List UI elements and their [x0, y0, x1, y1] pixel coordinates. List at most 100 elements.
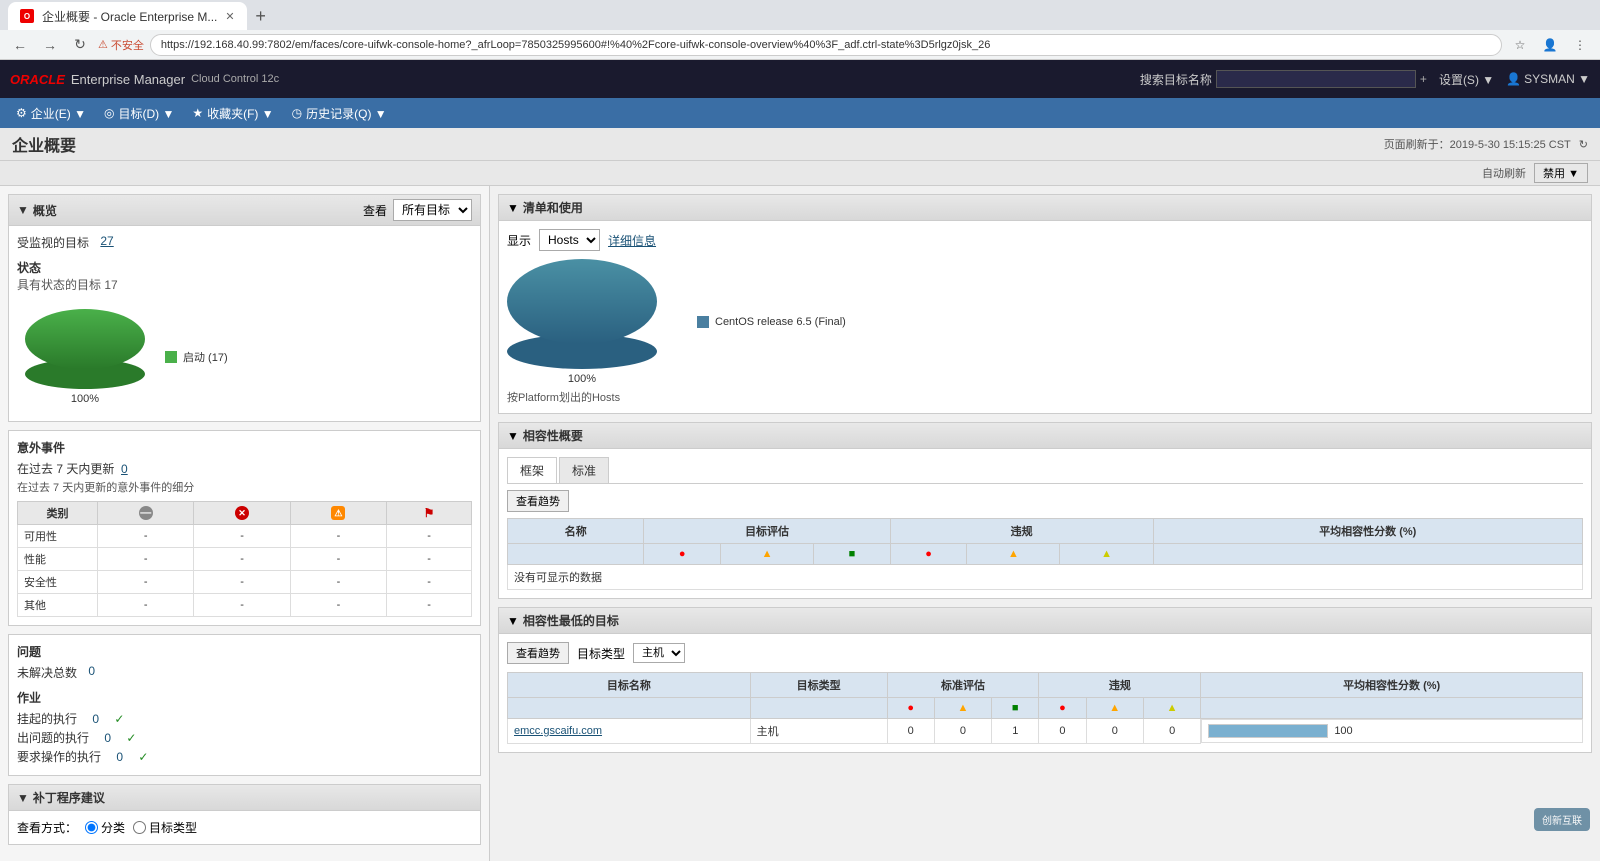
std-eval-yellow: ▲: [934, 698, 991, 719]
app-header: ORACLE Enterprise Manager Cloud Control …: [0, 60, 1600, 98]
target-name-cell[interactable]: emcc.gscaifu.com: [508, 719, 751, 744]
view-trend-button[interactable]: 查看趋势: [507, 490, 569, 512]
tab-standard[interactable]: 标准: [559, 457, 609, 483]
nav-enterprise[interactable]: ⚙ 企业(E) ▼: [8, 98, 94, 128]
left-panel: ▼ 概览 查看 所有目标 受监视的目标 27 状态 具有状态的目标 17: [0, 186, 490, 861]
nav-favorites[interactable]: ★ 收藏夹(F) ▼: [184, 98, 281, 128]
col-category: 类别: [18, 502, 98, 525]
viol-warn-val: 0: [1086, 719, 1143, 744]
viol-icon-warning: ▲: [967, 544, 1060, 565]
viol-yellow-val: 0: [1143, 719, 1200, 744]
main-layout: ▼ 概览 查看 所有目标 受监视的目标 27 状态 具有状态的目标 17: [0, 186, 1600, 861]
header-search: 搜索目标名称 +: [1140, 70, 1427, 88]
overview-collapse-icon[interactable]: ▼: [17, 203, 29, 217]
view-dropdown[interactable]: 所有目标: [393, 199, 472, 221]
target-type-label: 目标类型: [577, 645, 625, 662]
hosts-pie-chart: [507, 259, 657, 369]
col-red-icon-header: ✕: [194, 502, 290, 525]
inventory-collapse-icon[interactable]: ▼: [507, 201, 519, 215]
lowest-view-trend-button[interactable]: 查看趋势: [507, 642, 569, 664]
radio-targettype[interactable]: [133, 821, 146, 834]
viol-yellow: ▲: [1143, 698, 1200, 719]
inventory-chart-area: 100% CentOS release 6.5 (Final): [507, 259, 1583, 385]
radio-category-label[interactable]: 分类: [85, 819, 125, 836]
radio-targettype-label[interactable]: 目标类型: [133, 819, 197, 836]
inventory-title: 清单和使用: [523, 199, 583, 216]
col-avg-score-header: 平均相容性分数 (%): [1153, 519, 1582, 544]
bookmark-button[interactable]: ☆: [1508, 33, 1532, 57]
refresh-button[interactable]: ↻: [68, 33, 92, 57]
problems-title: 问题: [17, 643, 472, 660]
row-availability: 可用性: [18, 525, 98, 548]
job-pending: 挂起的执行 0 ✓: [17, 710, 472, 727]
eval-yellow-val: 0: [934, 719, 991, 744]
address-bar[interactable]: https://192.168.40.99:7802/em/faces/core…: [150, 34, 1502, 56]
compliance-tabs: 框架 标准: [507, 457, 1583, 484]
auto-refresh-toggle[interactable]: 禁用 ▼: [1534, 163, 1588, 183]
compliance-collapse-icon[interactable]: ▼: [507, 429, 519, 443]
radio-category[interactable]: [85, 821, 98, 834]
pie-percent-label: 100%: [25, 393, 145, 405]
menu-button[interactable]: ⋮: [1568, 33, 1592, 57]
security-badge: ⚠ 不安全: [98, 37, 144, 53]
minus-status-icon: —: [139, 506, 153, 520]
oracle-logo-text: ORACLE: [10, 72, 65, 87]
forward-button[interactable]: →: [38, 33, 62, 57]
incidents-section: 意外事件 在过去 7 天内更新 0 在过去 7 天内更新的意外事件的细分 类别 …: [8, 430, 481, 626]
status-pie-container: 100% 启动 (17): [17, 301, 472, 413]
tab-framework[interactable]: 框架: [507, 457, 557, 483]
patches-collapse-icon[interactable]: ▼: [17, 791, 29, 805]
lowest-compliance-collapse-icon[interactable]: ▼: [507, 614, 519, 628]
page-refresh-button[interactable]: ↻: [1579, 138, 1588, 151]
new-tab-button[interactable]: +: [247, 2, 275, 30]
lowest-compliance-toolbar: 查看趋势 目标类型 主机: [507, 642, 1583, 664]
nav-targets[interactable]: ◎ 目标(D) ▼: [96, 98, 182, 128]
settings-button[interactable]: 设置(S) ▼: [1439, 71, 1494, 88]
history-icon: ◷: [292, 106, 302, 120]
target-type-select[interactable]: 主机: [633, 643, 685, 663]
back-button[interactable]: ←: [8, 33, 32, 57]
legend-color-centos: [697, 316, 709, 328]
em-subtitle-text: Cloud Control 12c: [191, 73, 279, 85]
patches-section: ▼ 补丁程序建议 查看方式： 分类 目标类型: [8, 784, 481, 845]
incidents-body: 意外事件 在过去 7 天内更新 0 在过去 7 天内更新的意外事件的细分 类别 …: [9, 431, 480, 625]
red-status-icon: ✕: [235, 506, 249, 520]
right-panel: ▼ 清单和使用 显示 Hosts 详细信息: [490, 186, 1600, 861]
col-target-eval-header: 目标评估: [644, 519, 890, 544]
user-profile-button[interactable]: 👤: [1538, 33, 1562, 57]
pie-bottom-label: 按Platform划出的Hosts: [507, 389, 1583, 405]
eval-green-val: 1: [992, 719, 1039, 744]
enterprise-icon: ⚙: [16, 106, 27, 120]
inventory-controls: 显示 Hosts 详细信息: [507, 229, 1583, 251]
col-target-name: 目标名称: [508, 673, 751, 698]
table-row: 其他 - - - -: [18, 594, 472, 617]
nav-right-icons: ☆ 👤 ⋮: [1508, 33, 1592, 57]
user-menu-button[interactable]: 👤 SYSMAN ▼: [1506, 72, 1590, 86]
lowest-compliance-section: ▼ 相容性最低的目标 查看趋势 目标类型 主机 目标名称 目标类型: [498, 607, 1592, 753]
hosts-legend: CentOS release 6.5 (Final): [697, 316, 846, 328]
tab-favicon: O: [20, 9, 34, 23]
search-submit-button[interactable]: +: [1420, 72, 1427, 86]
detail-link[interactable]: 详细信息: [608, 232, 656, 249]
compliance-header: ▼ 相容性概要: [499, 423, 1591, 449]
hosts-pie-top: [507, 259, 657, 344]
compliance-table: 名称 目标评估 违规 平均相容性分数 (%) ● ▲ ■ ● ▲: [507, 518, 1583, 590]
patches-header: ▼ 补丁程序建议: [9, 785, 480, 811]
active-tab[interactable]: O 企业概要 - Oracle Enterprise M... ✕: [8, 2, 247, 30]
eval-red-val: 0: [887, 719, 934, 744]
no-data-message: 没有可显示的数据: [508, 565, 1583, 590]
tab-close-button[interactable]: ✕: [225, 10, 234, 23]
nav-history[interactable]: ◷ 历史记录(Q) ▼: [284, 98, 395, 128]
security-warning-icon: ⚠: [98, 38, 108, 51]
inventory-display-select[interactable]: Hosts: [539, 229, 600, 251]
no-data-row: 没有可显示的数据: [508, 565, 1583, 590]
pie-legend: 启动 (17): [165, 349, 228, 365]
search-label: 搜索目标名称: [1140, 71, 1212, 88]
overview-section-title: ▼ 概览: [17, 202, 57, 219]
score-value: 100: [1334, 725, 1352, 737]
std-eval-red: ●: [887, 698, 934, 719]
search-input[interactable]: [1216, 70, 1416, 88]
lowest-compliance-title: 相容性最低的目标: [523, 612, 619, 629]
col-flag-icon-header: ⚑: [387, 502, 472, 525]
monitored-label: 受监视的目标: [17, 234, 89, 251]
